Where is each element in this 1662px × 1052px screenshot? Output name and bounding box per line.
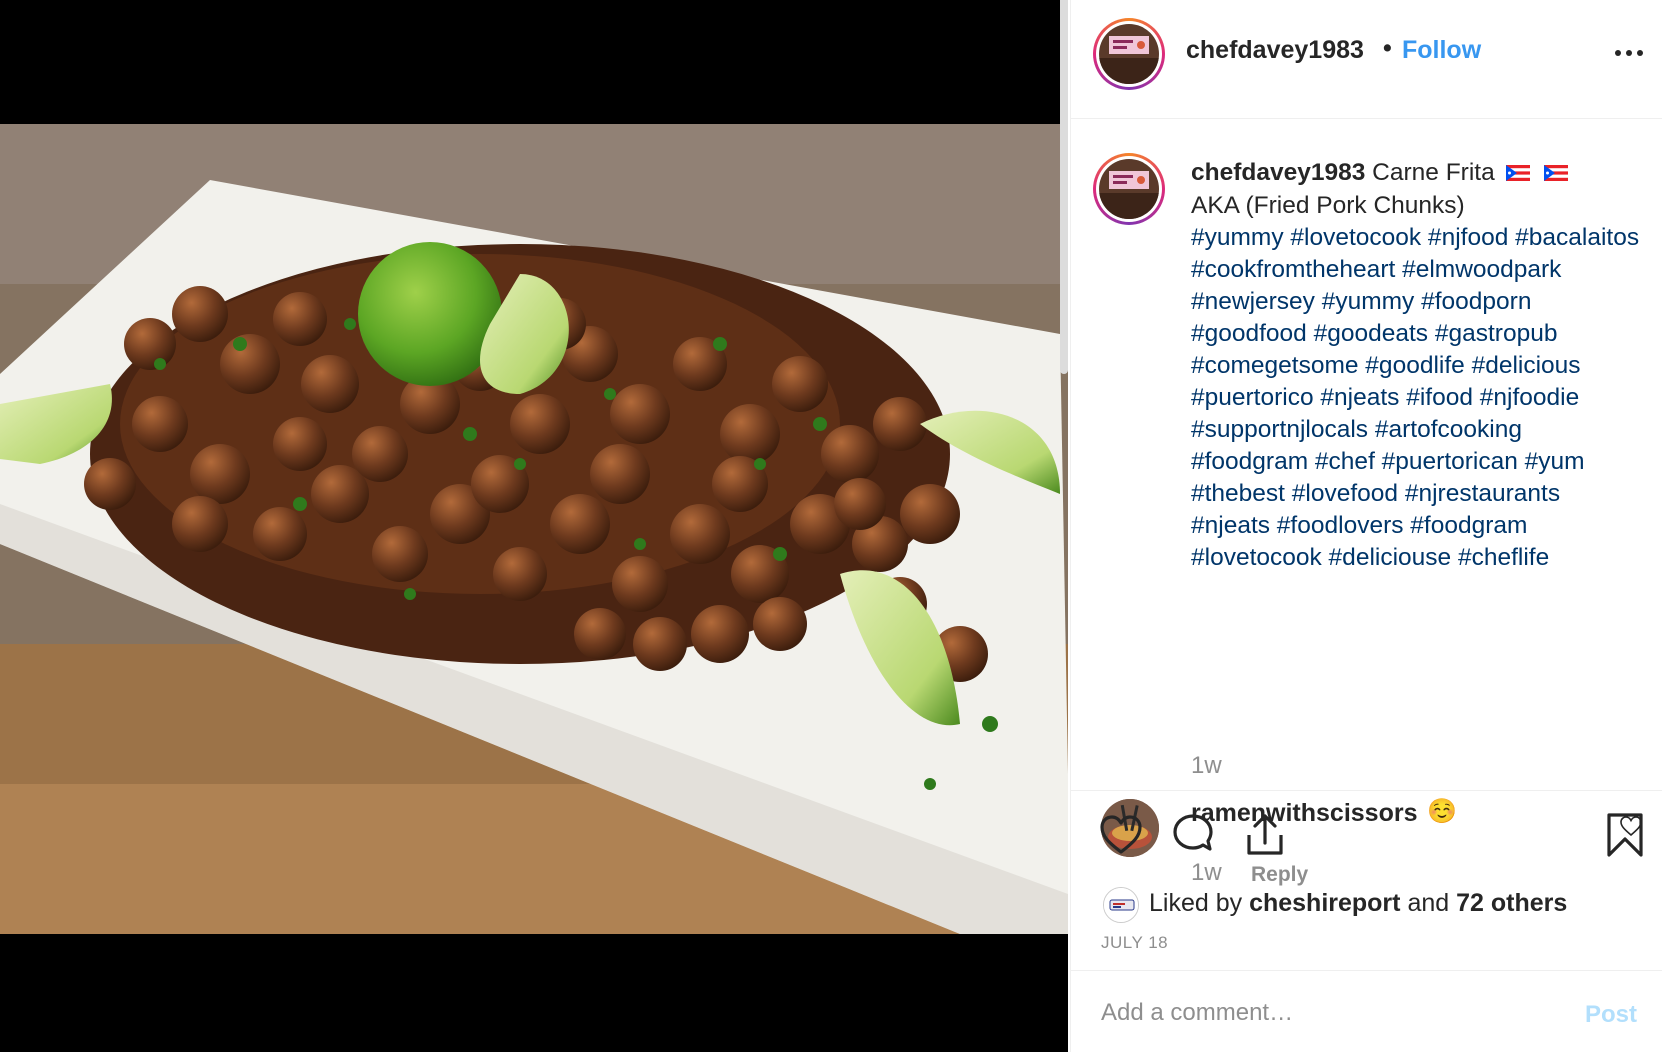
- action-bar: Liked by cheshireport and 72 others JULY…: [1071, 790, 1662, 970]
- post-photo[interactable]: [0, 124, 1068, 934]
- puerto-rico-flag-icon: [1544, 158, 1569, 190]
- header-avatar[interactable]: [1093, 18, 1165, 90]
- caption-timestamp[interactable]: 1w: [1191, 752, 1222, 780]
- liker-logo-icon: [1104, 888, 1138, 922]
- post-comment-button[interactable]: Post: [1585, 1001, 1637, 1029]
- likes-user[interactable]: cheshireport: [1249, 889, 1400, 917]
- scrollbar-thumb[interactable]: [1060, 0, 1068, 374]
- likes-middle: and: [1400, 889, 1457, 917]
- header-username[interactable]: chefdavey1983: [1186, 36, 1364, 65]
- caption-avatar[interactable]: [1093, 153, 1165, 225]
- more-horizontal-icon[interactable]: [1611, 38, 1647, 68]
- share-icon[interactable]: [1241, 811, 1289, 859]
- caption-line2: AKA (Fried Pork Chunks): [1191, 191, 1465, 219]
- restaurant-sign-avatar-icon: [1099, 24, 1159, 84]
- post-media: [0, 0, 1068, 1052]
- add-comment-bar: Post: [1071, 970, 1662, 1052]
- heart-icon[interactable]: [1097, 811, 1145, 859]
- post-date[interactable]: JULY 18: [1101, 933, 1168, 953]
- caption-line1: Carne Frita: [1372, 159, 1495, 186]
- likes-others[interactable]: 72 others: [1456, 889, 1567, 917]
- follow-button[interactable]: Follow: [1402, 36, 1481, 65]
- caption-hashtags[interactable]: #yummy #lovetocook #njfood #bacalaitos #…: [1191, 224, 1639, 571]
- likes-summary: Liked by cheshireport and 72 others: [1149, 889, 1567, 918]
- bookmark-icon[interactable]: [1601, 811, 1649, 859]
- liker-avatar[interactable]: [1103, 887, 1139, 923]
- food-photo: [0, 124, 1068, 934]
- restaurant-sign-avatar-icon: [1099, 159, 1159, 219]
- comment-icon[interactable]: [1169, 811, 1217, 859]
- likes-prefix: Liked by: [1149, 889, 1250, 917]
- puerto-rico-flag-icon: [1505, 158, 1530, 190]
- post-header: chefdavey1983 • Follow: [1071, 0, 1662, 119]
- comment-input[interactable]: [1101, 995, 1541, 1031]
- header-separator: •: [1383, 34, 1392, 62]
- caption-text: chefdavey1983 Carne Frita AKA (Fried Por…: [1191, 157, 1641, 574]
- post-side-panel: chefdavey1983 • Follow chefdavey1983 Car…: [1070, 0, 1662, 1052]
- caption-username[interactable]: chefdavey1983: [1191, 159, 1365, 186]
